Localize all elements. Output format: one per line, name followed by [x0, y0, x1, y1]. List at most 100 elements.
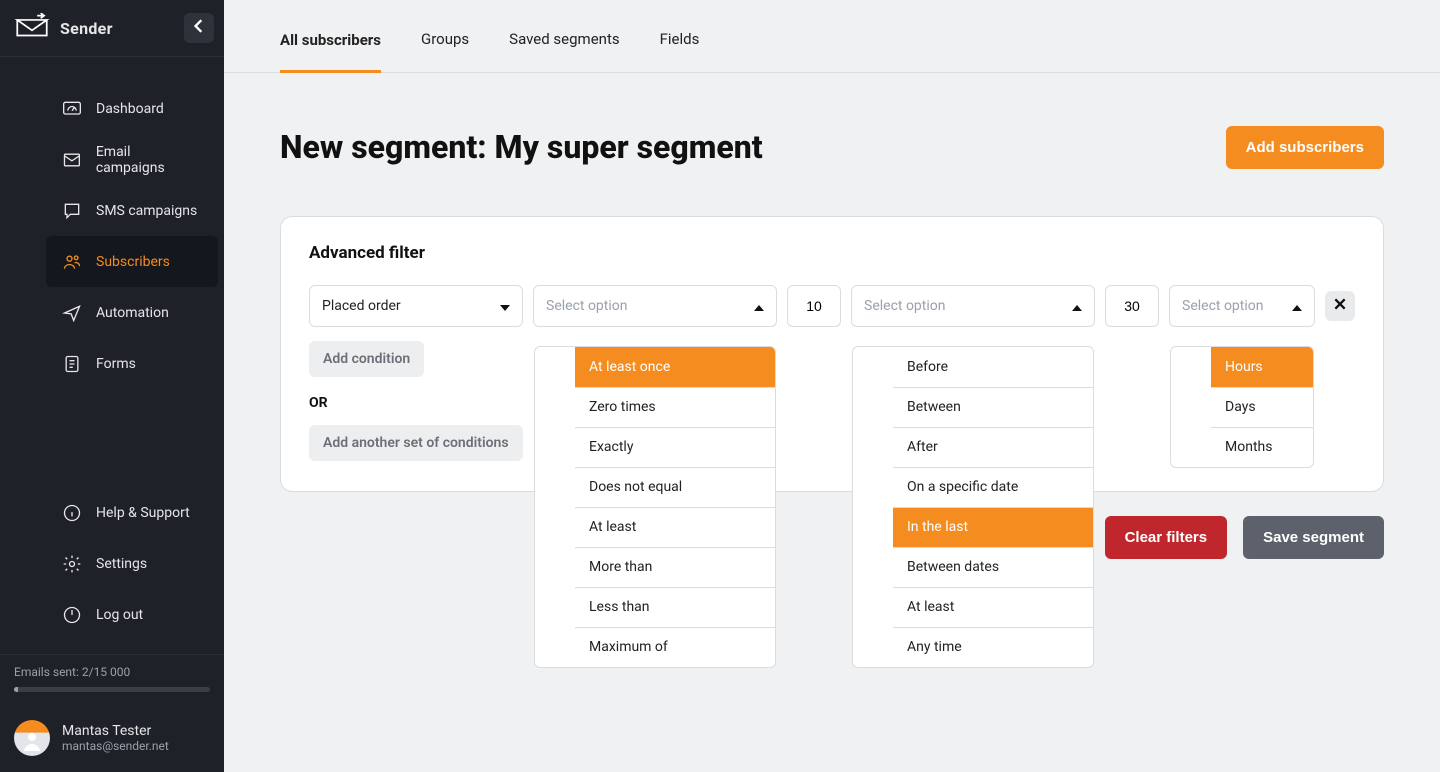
- tab-fields[interactable]: Fields: [660, 30, 700, 72]
- info-icon: [62, 503, 82, 523]
- nav-item-email-campaigns[interactable]: Email campaigns: [46, 134, 218, 185]
- filter-operator-select[interactable]: Select option At least once Zero times E…: [533, 285, 777, 327]
- time-option[interactable]: Any time: [893, 627, 1093, 667]
- sidebar-nav: Dashboard Email campaigns SMS campaigns …: [0, 71, 224, 389]
- caret-up-icon: [754, 301, 764, 311]
- nav-item-sms-campaigns[interactable]: SMS campaigns: [46, 185, 218, 236]
- gauge-icon: [62, 99, 82, 119]
- operator-option[interactable]: Maximum of: [575, 627, 775, 667]
- nav-item-help[interactable]: Help & Support: [46, 487, 218, 538]
- caret-down-icon: [500, 301, 510, 311]
- caret-up-icon: [1072, 301, 1082, 311]
- operator-option[interactable]: Exactly: [575, 427, 775, 467]
- filter-field-select[interactable]: Placed order: [309, 285, 523, 327]
- nav-label: Forms: [96, 356, 136, 372]
- x-icon: [1333, 297, 1347, 315]
- filter-row: Placed order Select option At least once…: [309, 285, 1355, 327]
- nav-label: Settings: [96, 556, 147, 572]
- nav-item-dashboard[interactable]: Dashboard: [46, 83, 218, 134]
- operator-dropdown: At least once Zero times Exactly Does no…: [534, 346, 776, 668]
- time-option[interactable]: Between dates: [893, 547, 1093, 587]
- time-option[interactable]: At least: [893, 587, 1093, 627]
- filter-value-2[interactable]: [1105, 285, 1159, 327]
- envelope-icon: [62, 150, 82, 170]
- chat-icon: [62, 201, 82, 221]
- nav-label: Log out: [96, 607, 143, 623]
- filter-operator-placeholder: Select option: [546, 298, 754, 314]
- clipboard-icon: [62, 354, 82, 374]
- filter-value-1[interactable]: [787, 285, 841, 327]
- people-icon: [62, 252, 82, 272]
- filter-value-2-input[interactable]: [1115, 297, 1149, 315]
- tab-groups[interactable]: Groups: [421, 30, 469, 72]
- usage-block: Emails sent: 2/15 000: [0, 654, 224, 708]
- unit-option[interactable]: Months: [1211, 427, 1313, 467]
- time-option[interactable]: Before: [893, 347, 1093, 387]
- nav-item-automation[interactable]: Automation: [46, 287, 218, 338]
- unit-dropdown: Hours Days Months: [1170, 346, 1314, 468]
- avatar: [14, 720, 50, 756]
- chevron-left-icon: [192, 19, 206, 37]
- filter-unit-placeholder: Select option: [1182, 298, 1292, 314]
- page-title: New segment: My super segment: [280, 128, 763, 166]
- tabs: All subscribers Groups Saved segments Fi…: [224, 0, 1440, 73]
- tab-saved-segments[interactable]: Saved segments: [509, 30, 619, 72]
- operator-option[interactable]: Does not equal: [575, 467, 775, 507]
- brand: Sender: [14, 13, 113, 43]
- unit-option[interactable]: Days: [1211, 387, 1313, 427]
- nav-label: Dashboard: [96, 101, 164, 117]
- gear-icon: [62, 554, 82, 574]
- usage-text: Emails sent: 2/15 000: [14, 665, 130, 679]
- nav-item-logout[interactable]: Log out: [46, 589, 218, 640]
- unit-option[interactable]: Hours: [1211, 347, 1313, 387]
- nav-item-settings[interactable]: Settings: [46, 538, 218, 589]
- brand-name: Sender: [60, 19, 113, 38]
- remove-condition-button[interactable]: [1325, 291, 1355, 321]
- filter-field-value: Placed order: [322, 298, 500, 314]
- sidebar-collapse-button[interactable]: [184, 13, 214, 43]
- filter-value-1-input[interactable]: [797, 297, 831, 315]
- operator-option[interactable]: At least: [575, 507, 775, 547]
- nav-label: SMS campaigns: [96, 203, 197, 219]
- save-segment-button[interactable]: Save segment: [1243, 516, 1384, 559]
- add-condition-button[interactable]: Add condition: [309, 341, 424, 377]
- add-condition-set-button[interactable]: Add another set of conditions: [309, 425, 523, 461]
- operator-option[interactable]: More than: [575, 547, 775, 587]
- filter-unit-select[interactable]: Select option Hours Days Months: [1169, 285, 1315, 327]
- usage-bar: [14, 687, 210, 692]
- time-option[interactable]: Between: [893, 387, 1093, 427]
- paper-plane-icon: [62, 303, 82, 323]
- filter-title: Advanced filter: [309, 243, 1355, 263]
- profile[interactable]: Mantas Tester mantas@sender.net: [0, 708, 224, 772]
- usage-fill: [14, 687, 18, 692]
- brand-logo-icon: [14, 13, 50, 43]
- filter-time-select[interactable]: Select option Before Between After On a …: [851, 285, 1095, 327]
- nav-label: Automation: [96, 305, 169, 321]
- time-option[interactable]: After: [893, 427, 1093, 467]
- nav-item-subscribers[interactable]: Subscribers: [46, 236, 218, 287]
- nav-item-forms[interactable]: Forms: [46, 338, 218, 389]
- nav-label: Subscribers: [96, 254, 170, 270]
- profile-email: mantas@sender.net: [62, 739, 169, 753]
- sidebar: Sender Dashboard Email campaigns SMS cam…: [0, 0, 224, 772]
- main: All subscribers Groups Saved segments Fi…: [224, 0, 1440, 772]
- add-subscribers-button[interactable]: Add subscribers: [1226, 126, 1384, 169]
- sidebar-header: Sender: [0, 0, 224, 57]
- time-option[interactable]: On a specific date: [893, 467, 1093, 507]
- sidebar-nav-bottom: Help & Support Settings Log out: [0, 475, 224, 640]
- filter-card: Advanced filter Placed order Select opti…: [280, 216, 1384, 492]
- filter-time-placeholder: Select option: [864, 298, 1072, 314]
- caret-up-icon: [1292, 301, 1302, 311]
- time-option[interactable]: In the last: [893, 507, 1093, 547]
- page-actions: Clear filters Save segment: [280, 516, 1384, 559]
- operator-option[interactable]: Zero times: [575, 387, 775, 427]
- clear-filters-button[interactable]: Clear filters: [1105, 516, 1228, 559]
- tab-all-subscribers[interactable]: All subscribers: [280, 31, 381, 73]
- page-header: New segment: My super segment Add subscr…: [224, 73, 1440, 188]
- power-icon: [62, 605, 82, 625]
- nav-label: Help & Support: [96, 505, 190, 521]
- time-dropdown: Before Between After On a specific date …: [852, 346, 1094, 668]
- profile-name: Mantas Tester: [62, 723, 169, 739]
- operator-option[interactable]: Less than: [575, 587, 775, 627]
- operator-option[interactable]: At least once: [575, 347, 775, 387]
